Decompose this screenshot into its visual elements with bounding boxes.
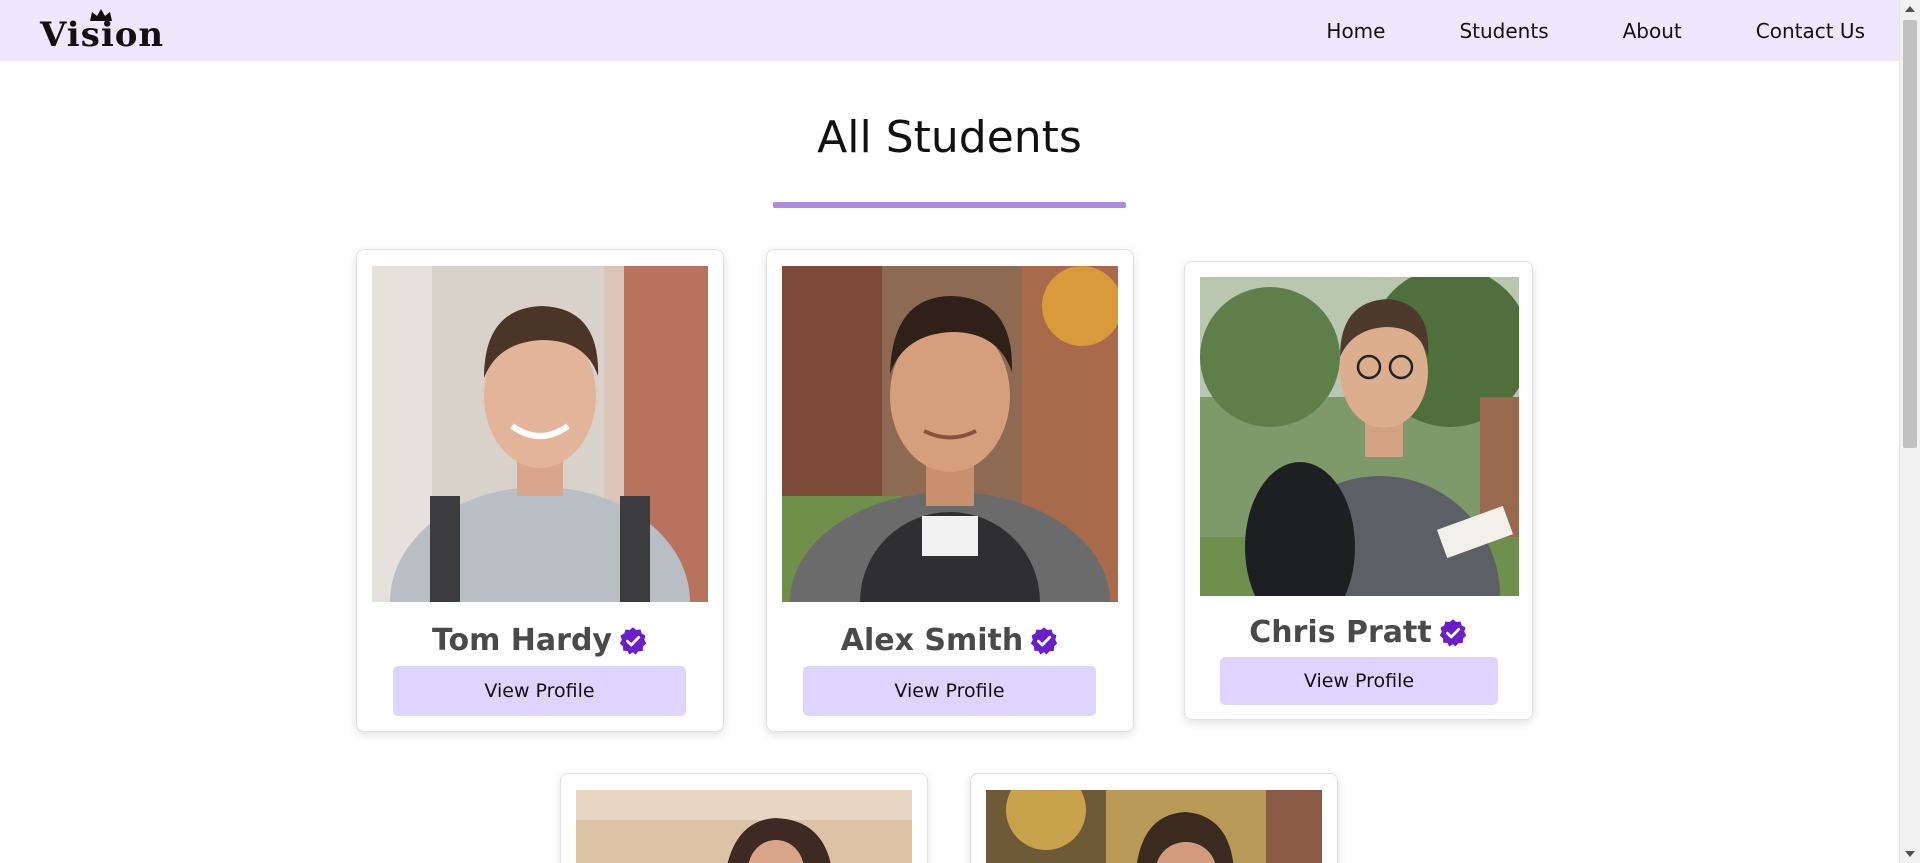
student-photo	[1200, 277, 1519, 596]
view-profile-button[interactable]: View Profile	[393, 666, 686, 716]
crown-icon	[90, 9, 112, 21]
view-profile-button[interactable]: View Profile	[1220, 657, 1498, 705]
view-profile-button[interactable]: View Profile	[803, 666, 1096, 716]
scroll-up-arrow-icon[interactable]	[1905, 6, 1915, 12]
student-photo	[576, 790, 912, 863]
nav-about[interactable]: About	[1623, 19, 1682, 43]
nav-students[interactable]: Students	[1459, 19, 1548, 43]
student-photo	[782, 266, 1118, 602]
nav-contact-us[interactable]: Contact Us	[1756, 19, 1865, 43]
student-photo	[372, 266, 708, 602]
nav-home[interactable]: Home	[1326, 19, 1385, 43]
vertical-scrollbar[interactable]	[1899, 0, 1920, 863]
student-name: Chris Pratt	[1249, 615, 1432, 650]
logo-text: Vision	[40, 15, 165, 55]
verified-badge-icon	[619, 626, 647, 654]
student-card: Alex Smith View Profile	[766, 249, 1134, 732]
scrollbar-thumb[interactable]	[1903, 20, 1917, 448]
scroll-down-arrow-icon[interactable]	[1905, 851, 1915, 857]
top-navbar: Vision Home Students About Contact Us	[0, 0, 1899, 61]
main-nav: Home Students About Contact Us	[1252, 0, 1865, 61]
student-name: Alex Smith	[840, 623, 1024, 658]
verified-badge-icon	[1439, 618, 1466, 646]
student-card: Chris Pratt View Profile	[1184, 261, 1533, 720]
student-photo	[986, 790, 1322, 863]
student-card	[970, 773, 1338, 863]
verified-badge-icon	[1031, 626, 1058, 654]
vision-logo[interactable]: Vision	[40, 9, 165, 55]
student-name: Tom Hardy	[432, 623, 612, 658]
title-underline	[773, 202, 1126, 208]
page-title: All Students	[817, 112, 1082, 163]
student-card	[560, 773, 928, 863]
student-card: Tom Hardy View Profile	[356, 249, 724, 732]
